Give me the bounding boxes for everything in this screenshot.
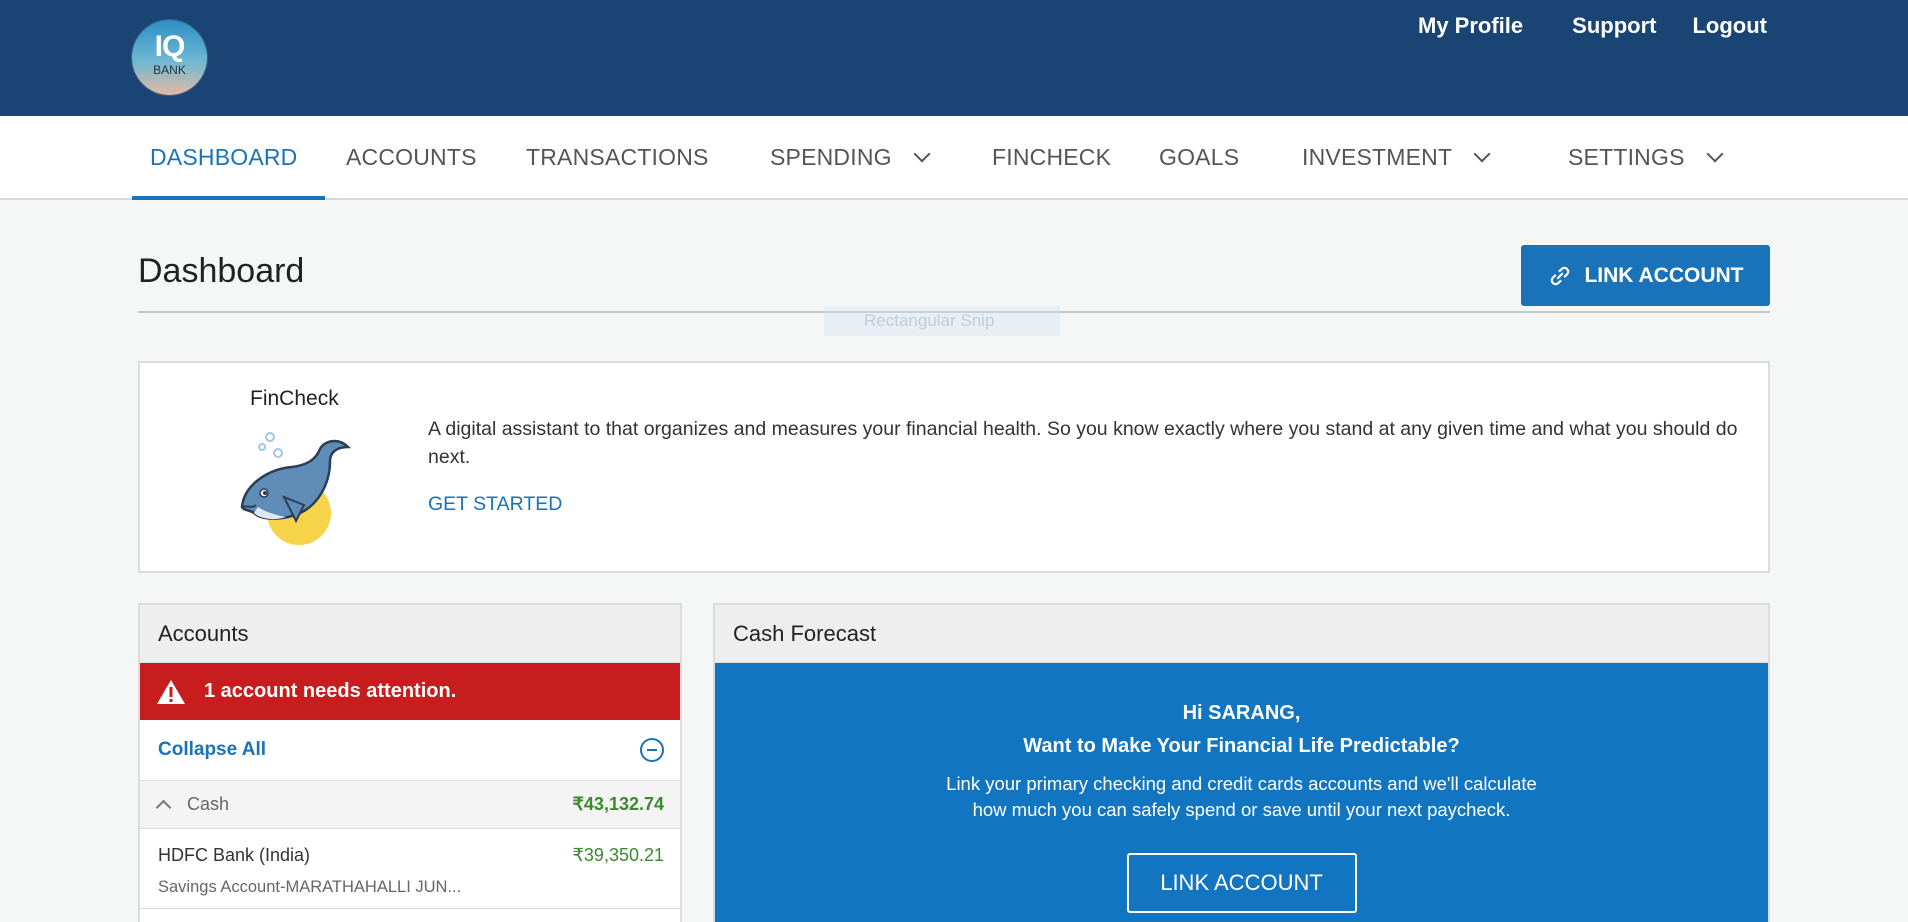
tab-fincheck[interactable]: FINCHECK: [992, 116, 1111, 198]
account-bank-name: HDFC Bank (India): [158, 845, 311, 865]
account-row[interactable]: HDFC Bank (India) ₹39,350.21 Savings Acc…: [140, 829, 680, 909]
cash-forecast-card: Cash Forecast Hi SARANG, Want to Make Yo…: [713, 603, 1770, 922]
tab-settings[interactable]: SETTINGS: [1568, 116, 1724, 198]
page-title: Dashboard: [138, 252, 305, 290]
tab-accounts[interactable]: ACCOUNTS: [346, 116, 477, 198]
logout-link[interactable]: Logout: [1692, 13, 1767, 39]
tab-dashboard[interactable]: DASHBOARD: [132, 116, 324, 200]
forecast-line-1: Link your primary checking and credit ca…: [946, 773, 1537, 794]
collapse-all-label: Collapse All: [158, 739, 267, 760]
my-profile-link[interactable]: My Profile: [1418, 13, 1523, 39]
link-account-label: LINK ACCOUNT: [1584, 263, 1744, 287]
chevron-down-icon: [913, 145, 931, 163]
account-balance: ₹39,350.21: [572, 845, 664, 865]
fincheck-description: A digital assistant to that organizes an…: [428, 418, 1738, 468]
minus-circle-icon: [640, 738, 664, 762]
get-started-link[interactable]: GET STARTED: [428, 493, 562, 516]
tab-settings-label: SETTINGS: [1568, 143, 1685, 170]
cash-group-label: Cash: [187, 794, 230, 814]
accounts-card: Accounts 1 account needs attention. Coll…: [138, 603, 682, 922]
tab-goals-label: GOALS: [1159, 143, 1240, 170]
logo-main-text: IQ: [154, 30, 186, 63]
forecast-line-2: how much you can safely spend or save un…: [972, 799, 1511, 820]
main-nav: DASHBOARD ACCOUNTS TRANSACTIONS SPENDING…: [0, 116, 1908, 200]
header-links: My Profile Support Logout: [1418, 13, 1767, 39]
iq-bank-logo[interactable]: IQ BANK: [132, 20, 207, 95]
tab-accounts-label: ACCOUNTS: [346, 143, 477, 170]
logo-sub-text: BANK: [153, 63, 186, 77]
chevron-down-icon: [1706, 145, 1724, 163]
tab-goals[interactable]: GOALS: [1159, 116, 1239, 198]
cash-forecast-body: Hi SARANG, Want to Make Your Financial L…: [715, 663, 1768, 922]
fincheck-title: FinCheck: [250, 387, 339, 410]
forecast-link-account-button[interactable]: LINK ACCOUNT: [1126, 853, 1357, 913]
attention-alert-text: 1 account needs attention.: [204, 680, 457, 702]
forecast-question: Want to Make Your Financial Life Predict…: [1023, 735, 1460, 757]
cash-forecast-title: Cash Forecast: [715, 605, 1768, 663]
tab-spending[interactable]: SPENDING: [770, 116, 931, 198]
collapse-all-button[interactable]: Collapse All: [140, 720, 680, 781]
tab-transactions-label: TRANSACTIONS: [526, 143, 709, 170]
chevron-up-icon: [155, 799, 172, 816]
dolphin-mascot-icon: [240, 432, 352, 545]
chevron-down-icon: [1473, 145, 1491, 163]
tab-investment-label: INVESTMENT: [1302, 143, 1453, 170]
fincheck-card: FinCheck A digital assistant to that org…: [138, 361, 1770, 573]
link-icon: [1551, 266, 1570, 285]
accounts-card-title: Accounts: [140, 605, 680, 663]
link-account-button[interactable]: LINK ACCOUNT: [1521, 245, 1770, 306]
snip-overlay: Rectangular Snip: [824, 306, 1060, 336]
warning-icon: [157, 679, 185, 704]
support-link[interactable]: Support: [1572, 13, 1656, 39]
forecast-greeting: Hi SARANG,: [1182, 702, 1301, 724]
tab-investment[interactable]: INVESTMENT: [1302, 116, 1491, 198]
tab-dashboard-label: DASHBOARD: [150, 143, 298, 170]
tab-spending-label: SPENDING: [770, 143, 892, 170]
cash-group-row[interactable]: Cash ₹43,132.74: [140, 781, 680, 829]
tab-transactions[interactable]: TRANSACTIONS: [526, 116, 709, 198]
tab-fincheck-label: FINCHECK: [992, 143, 1112, 170]
top-bar: IQ BANK My Profile Support Logout: [0, 0, 1908, 116]
attention-alert[interactable]: 1 account needs attention.: [140, 663, 680, 720]
account-description: Savings Account-MARATHAHALLI JUN...: [158, 878, 462, 896]
cash-group-total: ₹43,132.74: [572, 794, 664, 814]
